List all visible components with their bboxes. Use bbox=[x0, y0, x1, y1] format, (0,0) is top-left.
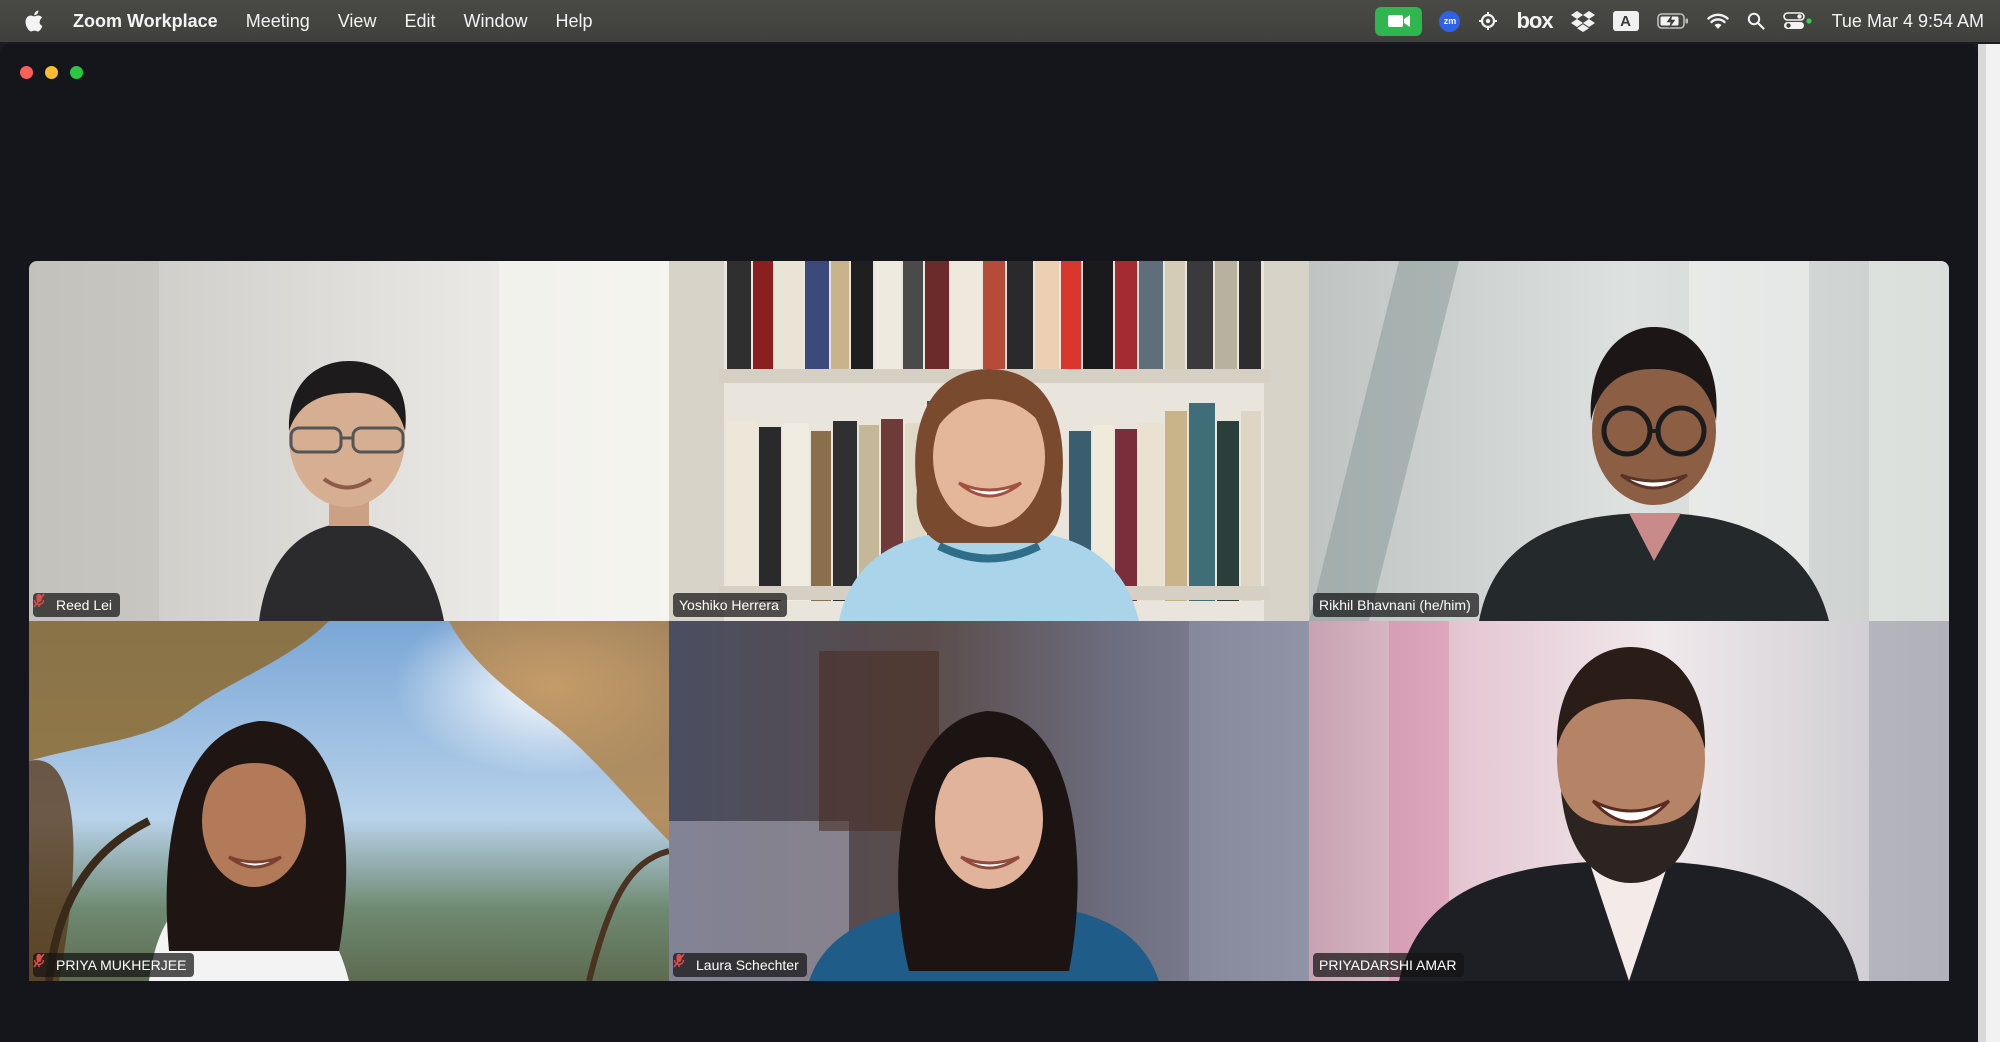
participant-name-tag: Reed Lei bbox=[33, 593, 121, 617]
video-feed bbox=[669, 261, 1309, 621]
participant-name-tag: PRIYADARSHI AMAR bbox=[1313, 953, 1465, 977]
minimize-window-button[interactable] bbox=[45, 66, 58, 79]
wifi-icon bbox=[1706, 13, 1729, 29]
participant-tile-laura-schechter[interactable]: Laura Schechter bbox=[669, 621, 1309, 981]
control-center-status[interactable] bbox=[1774, 0, 1822, 42]
background-window[interactable] bbox=[1978, 44, 2000, 1042]
zoom-meeting-window: Reed Lei Yoshiko Herrera Rikhil Bhavnani… bbox=[0, 44, 1978, 1042]
menubar-clock[interactable]: Tue Mar 4 9:54 AM bbox=[1822, 11, 1984, 32]
close-window-button[interactable] bbox=[20, 66, 33, 79]
participant-name: Yoshiko Herrera bbox=[679, 597, 779, 613]
battery-status[interactable] bbox=[1648, 0, 1698, 42]
participant-name: PRIYA MUKHERJEE bbox=[56, 957, 187, 973]
video-feed bbox=[669, 621, 1309, 981]
participant-name-tag: Rikhil Bhavnani (he/him) bbox=[1313, 593, 1479, 617]
participant-name: Rikhil Bhavnani (he/him) bbox=[1319, 597, 1471, 613]
gallery-view: Reed Lei Yoshiko Herrera Rikhil Bhavnani… bbox=[29, 261, 1949, 1025]
zoom-video-icon bbox=[1375, 6, 1423, 36]
zm-icon: zm bbox=[1439, 10, 1461, 32]
menu-meeting[interactable]: Meeting bbox=[232, 0, 324, 42]
box-icon: box bbox=[1516, 8, 1553, 33]
zoom-video-status[interactable] bbox=[1367, 0, 1430, 42]
mic-muted-icon bbox=[673, 953, 691, 973]
menu-help[interactable]: Help bbox=[542, 0, 607, 42]
dropbox-status[interactable] bbox=[1562, 0, 1604, 42]
participant-tile-rikhil-bhavnani[interactable]: Rikhil Bhavnani (he/him) bbox=[1309, 261, 1949, 621]
control-center-icon bbox=[1782, 12, 1812, 29]
participant-tile-reed-lei[interactable]: Reed Lei bbox=[29, 261, 669, 621]
mic-muted-icon bbox=[33, 953, 51, 973]
participant-name-tag: Laura Schechter bbox=[673, 953, 807, 977]
video-feed bbox=[1309, 261, 1949, 621]
participant-name: Laura Schechter bbox=[696, 957, 799, 973]
menu-edit[interactable]: Edit bbox=[390, 0, 449, 42]
video-feed bbox=[29, 261, 669, 621]
dropbox-icon bbox=[1570, 11, 1595, 32]
spotlight-icon bbox=[1747, 12, 1765, 30]
input-source-icon: A bbox=[1612, 11, 1639, 31]
participant-tile-priya-mukherjee[interactable]: PRIYA MUKHERJEE bbox=[29, 621, 669, 981]
input-source-status[interactable]: A bbox=[1604, 0, 1648, 42]
participant-tile-priyadarshi-amar[interactable]: PRIYADARSHI AMAR bbox=[1309, 621, 1949, 981]
video-feed bbox=[1309, 621, 1949, 981]
menu-window[interactable]: Window bbox=[449, 0, 541, 42]
apple-icon[interactable] bbox=[23, 9, 45, 33]
app-menu-zoom-workplace[interactable]: Zoom Workplace bbox=[63, 0, 232, 42]
menu-view[interactable]: View bbox=[324, 0, 391, 42]
window-controls bbox=[20, 66, 83, 79]
sync-status[interactable] bbox=[1469, 0, 1507, 42]
fullscreen-window-button[interactable] bbox=[70, 66, 83, 79]
zm-status[interactable]: zm bbox=[1430, 0, 1469, 42]
box-status[interactable]: box bbox=[1507, 0, 1561, 42]
status-area: zm box A Tue Mar 4 9:54 AM bbox=[1367, 0, 1984, 42]
background-window-edge bbox=[1978, 44, 1986, 1042]
participant-tile-yoshiko-herrera[interactable]: Yoshiko Herrera bbox=[669, 261, 1309, 621]
participant-name: PRIYADARSHI AMAR bbox=[1319, 957, 1457, 973]
wifi-status[interactable] bbox=[1698, 0, 1738, 42]
participant-name-tag: PRIYA MUKHERJEE bbox=[33, 953, 195, 977]
participant-name: Reed Lei bbox=[56, 597, 113, 613]
spotlight-status[interactable] bbox=[1738, 0, 1774, 42]
video-feed bbox=[29, 621, 669, 981]
menu-bar: Zoom Workplace Meeting View Edit Window … bbox=[0, 0, 2000, 42]
sync-icon bbox=[1479, 12, 1498, 30]
mic-muted-icon bbox=[33, 593, 51, 613]
participant-name-tag: Yoshiko Herrera bbox=[673, 593, 787, 617]
battery-icon bbox=[1656, 13, 1688, 29]
